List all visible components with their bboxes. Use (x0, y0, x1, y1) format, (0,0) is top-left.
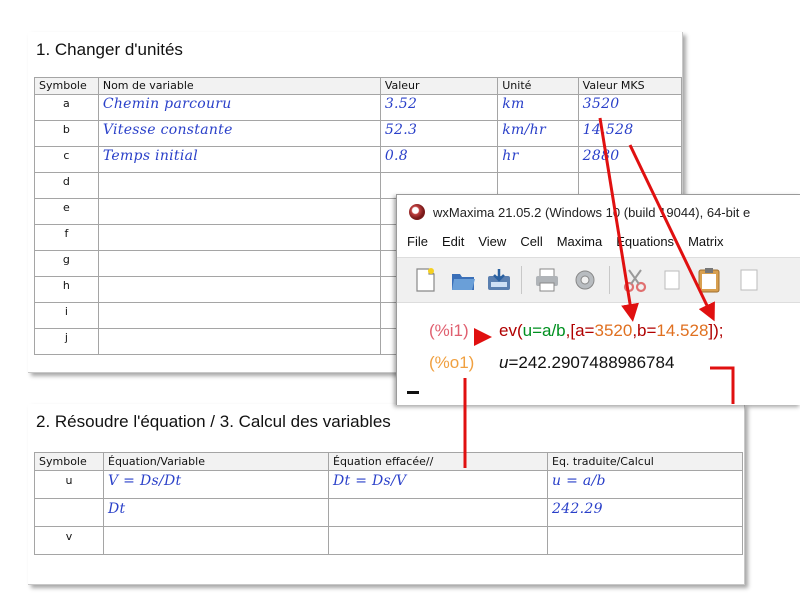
code-value-b: 14.528 (656, 321, 709, 340)
cell-valeur-mks[interactable]: 3520 (577, 94, 683, 121)
code-expr: u=a/b (522, 321, 566, 340)
cell-equation-effacee[interactable] (328, 526, 548, 555)
section-title-resoudre: 2. Résoudre l'équation / 3. Calcul des v… (36, 412, 391, 431)
table-row: v (34, 526, 743, 555)
output-result: u=242.2907488986784 (499, 353, 674, 373)
cell-symbole[interactable]: u (34, 470, 104, 499)
cell-cursor (407, 391, 419, 394)
cell-nom-variable[interactable]: Vitesse constante (97, 120, 381, 147)
table-row: Dt 242.29 (34, 498, 743, 527)
code-value-a: 3520 (594, 321, 633, 340)
paste-clipboard-icon[interactable] (695, 266, 723, 294)
cell-eq-traduite[interactable]: 242.29 (547, 498, 743, 527)
equation-table: Symbole Équation/Variable Équation effac… (34, 452, 743, 555)
menu-item-equations[interactable]: Equations (616, 234, 674, 249)
code-list-b: ,b= (632, 321, 657, 340)
cell-symbole[interactable]: c (34, 146, 99, 173)
column-header-valeur: Valeur (379, 77, 499, 95)
table-row: b Vitesse constante 52.3 km/hr 14.528 (34, 120, 683, 147)
cell-eq-traduite[interactable]: u = a/b (547, 470, 743, 499)
settings-gear-icon[interactable] (571, 266, 599, 294)
cell-valeur[interactable]: 0.8 (379, 146, 499, 173)
column-header-valeur-mks: Valeur MKS (577, 77, 683, 95)
cell-nom-variable[interactable]: Temps initial (97, 146, 381, 173)
output-prompt: (%o1) (429, 353, 475, 372)
cell-symbole[interactable]: j (34, 328, 99, 355)
column-header-equation-effacee: Équation effacée// (328, 452, 548, 471)
cell-valeur-mks[interactable]: 2880 (577, 146, 683, 173)
cell-equation[interactable]: V = Ds/Dt (103, 470, 329, 499)
column-header-equation: Équation/Variable (103, 452, 329, 471)
output-value: =242.2907488986784 (508, 353, 675, 372)
column-header-eq-traduite: Eq. traduite/Calcul (547, 452, 743, 471)
cell-valeur[interactable]: 3.52 (379, 94, 499, 121)
menu-item-cell[interactable]: Cell (520, 234, 542, 249)
table-header-row: Symbole Équation/Variable Équation effac… (34, 452, 743, 471)
column-header-symbole: Symbole (34, 77, 99, 95)
wxmaxima-app-icon (409, 204, 425, 220)
cell-nom-variable[interactable] (97, 172, 381, 199)
menu-bar: File Edit View Cell Maxima Equations Mat… (397, 229, 800, 253)
cut-scissors-icon[interactable] (621, 266, 649, 294)
cell-unite[interactable]: km/hr (497, 120, 579, 147)
menu-item-file[interactable]: File (407, 234, 428, 249)
table-header-row: Symbole Nom de variable Valeur Unité Val… (34, 77, 683, 95)
cell-valeur[interactable]: 52.3 (379, 120, 499, 147)
cell-symbole[interactable]: a (34, 94, 99, 121)
toolbar-overflow-icon[interactable] (737, 266, 765, 294)
cell-eq-traduite[interactable] (547, 526, 743, 555)
code-end: ]); (708, 321, 724, 340)
cell-unite[interactable]: hr (497, 146, 579, 173)
save-icon[interactable] (485, 266, 513, 294)
column-header-symbole: Symbole (34, 452, 104, 471)
table-row: uV = Ds/Dt Dt = Ds/V u = a/b (34, 470, 743, 499)
toolbar (397, 257, 800, 303)
cell-nom-variable[interactable] (97, 250, 381, 277)
section-title-changer-unites: 1. Changer d'unités (36, 40, 183, 59)
cell-symbole[interactable]: d (34, 172, 99, 199)
cell-symbole[interactable]: i (34, 302, 99, 329)
cell-symbole[interactable] (34, 498, 104, 527)
cell-valeur-mks[interactable]: 14.528 (577, 120, 683, 147)
cell-symbole[interactable]: f (34, 224, 99, 251)
cell-symbole[interactable]: b (34, 120, 99, 147)
cell-symbole[interactable]: h (34, 276, 99, 303)
table-row: a Chemin parcouru 3.52 km 3520 (34, 94, 683, 121)
cell-equation-effacee[interactable] (328, 498, 548, 527)
print-icon[interactable] (533, 266, 561, 294)
equation-panel: 2. Résoudre l'équation / 3. Calcul des v… (28, 404, 745, 585)
wxmaxima-window: wxMaxima 21.05.2 (Windows 10 (build 1904… (396, 194, 800, 405)
input-code[interactable]: ev(u=a/b,[a=3520,b=14.528]); (499, 321, 724, 341)
window-title: wxMaxima 21.05.2 (Windows 10 (build 1904… (433, 204, 751, 220)
cell-nom-variable[interactable] (97, 224, 381, 251)
window-title-bar: wxMaxima 21.05.2 (Windows 10 (build 1904… (397, 195, 800, 229)
cell-symbole[interactable]: v (34, 526, 104, 555)
cell-nom-variable[interactable] (97, 198, 381, 225)
cell-unite[interactable]: km (497, 94, 579, 121)
open-folder-icon[interactable] (449, 266, 477, 294)
copy-icon[interactable] (659, 266, 687, 294)
cell-nom-variable[interactable] (97, 276, 381, 303)
column-header-unite: Unité (497, 77, 579, 95)
cell-nom-variable[interactable]: Chemin parcouru (97, 94, 381, 121)
menu-item-edit[interactable]: Edit (442, 234, 464, 249)
input-prompt: (%i1) (429, 321, 469, 340)
cell-nom-variable[interactable] (97, 328, 381, 355)
cell-equation-effacee[interactable]: Dt = Ds/V (328, 470, 548, 499)
code-list-a: ,[a= (565, 321, 595, 340)
code-fn: ev( (499, 321, 523, 340)
menu-item-view[interactable]: View (478, 234, 506, 249)
cell-equation[interactable]: Dt (103, 498, 329, 527)
menu-item-maxima[interactable]: Maxima (557, 234, 603, 249)
menu-item-matrix[interactable]: Matrix (688, 234, 723, 249)
new-file-icon[interactable] (411, 266, 439, 294)
cell-equation[interactable] (103, 526, 329, 555)
worksheet[interactable]: (%i1) ev(u=a/b,[a=3520,b=14.528]); (%o1)… (397, 303, 800, 405)
cell-symbole[interactable]: g (34, 250, 99, 277)
cell-nom-variable[interactable] (97, 302, 381, 329)
table-row: c Temps initial 0.8 hr 2880 (34, 146, 683, 173)
cell-symbole[interactable]: e (34, 198, 99, 225)
column-header-nom: Nom de variable (97, 77, 381, 95)
